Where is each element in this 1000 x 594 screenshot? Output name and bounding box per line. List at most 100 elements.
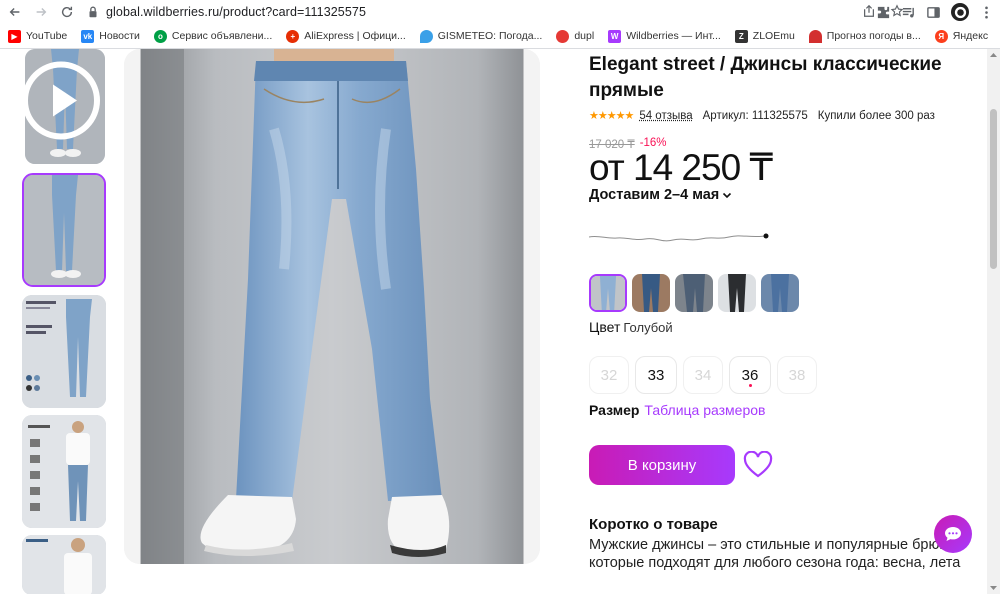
color-swatch-light-blue[interactable] — [589, 274, 627, 312]
size-label: 36 — [741, 366, 759, 384]
product-page: Elegant street / Джинсы классические пря… — [0, 49, 1000, 594]
back-button[interactable] — [2, 0, 28, 24]
thumbnail-video[interactable] — [25, 49, 105, 164]
color-key: Цвет — [589, 319, 621, 335]
reload-button[interactable] — [54, 0, 80, 24]
bookmark-label: AliExpress | Офици... — [304, 30, 406, 42]
bookmarks-bar: ▶ YouTube vk Новости o Сервис объявлени.… — [0, 24, 1000, 49]
side-panel-icon[interactable] — [926, 5, 941, 20]
gismeteo-icon — [419, 29, 433, 43]
bookmark-gismeteo[interactable]: GISMETEO: Погода... — [419, 29, 543, 43]
reviews-link[interactable]: 54 отзыва — [639, 110, 692, 122]
bookmark-youtube[interactable]: ▶ YouTube — [8, 29, 67, 43]
thumbnail-4[interactable] — [22, 415, 106, 528]
about-title: Коротко о товаре — [589, 516, 718, 533]
vk-icon: vk — [81, 29, 95, 43]
swatch-image — [591, 276, 625, 310]
delivery-text: Доставим 2–4 мая — [589, 187, 720, 203]
bookmark-label: ZLOEmu — [752, 30, 795, 42]
color-swatch-black[interactable] — [718, 274, 756, 312]
bookmark-dupl[interactable]: dupl — [556, 29, 594, 43]
bookmark-weather[interactable]: Прогноз погоды в... — [808, 29, 921, 43]
thumbnail-5[interactable] — [22, 535, 106, 594]
size-key: Размер — [589, 402, 640, 418]
bookmark-zloemu[interactable]: Z ZLOEmu — [734, 29, 795, 43]
profile-avatar[interactable] — [951, 3, 969, 21]
bookmark-aliexpress[interactable]: + AliExpress | Офици... — [286, 29, 406, 43]
price-history-graph[interactable] — [589, 225, 774, 249]
model-thumbnail-image — [22, 535, 106, 594]
add-to-cart-button[interactable]: В корзину — [589, 445, 735, 485]
scrollbar-thumb[interactable] — [990, 109, 997, 269]
yandex-icon: Я — [934, 29, 948, 43]
forward-button[interactable] — [28, 0, 54, 24]
arrow-left-icon — [9, 8, 20, 16]
size-table-link[interactable]: Таблица размеров — [644, 402, 765, 418]
bookmark-ads[interactable]: o Сервис объявлени... — [153, 29, 273, 43]
color-value: Голубой — [623, 320, 673, 335]
wildberries-icon: W — [608, 29, 622, 43]
bookmark-yandex[interactable]: Я Яндекс — [934, 29, 989, 43]
color-swatches — [589, 274, 799, 312]
color-swatch-gray-blue[interactable] — [675, 274, 713, 312]
size-label-row: Размер Таблица размеров — [589, 402, 765, 418]
current-price: от 14 250 ₸ — [589, 147, 773, 188]
size-label: 32 — [600, 366, 618, 384]
bookmark-wildberries[interactable]: W Wildberries — Инт... — [608, 29, 721, 43]
delivery-dropdown[interactable]: Доставим 2–4 мая — [589, 187, 732, 203]
scroll-up-icon[interactable] — [989, 51, 998, 60]
size-selector: 32 33 34 36 38 — [589, 356, 817, 394]
play-icon — [25, 61, 100, 140]
extensions-icon[interactable] — [876, 5, 891, 20]
youtube-icon: ▶ — [8, 29, 21, 43]
low-stock-dot — [749, 384, 752, 387]
swatch-image — [761, 274, 799, 312]
bookmark-label: Новости — [99, 30, 140, 42]
menu-dots-icon[interactable] — [979, 5, 994, 20]
lock-icon — [89, 6, 97, 18]
size-info-thumbnail-image — [22, 295, 106, 408]
chat-icon — [945, 527, 961, 541]
thumbnail-3[interactable] — [22, 295, 106, 408]
scroll-down-icon[interactable] — [989, 583, 998, 592]
bookmark-label: GISMETEO: Погода... — [437, 30, 543, 42]
size-option-34[interactable]: 34 — [683, 356, 723, 394]
bookmark-label: Сервис объявлени... — [171, 30, 273, 42]
outfit-thumbnail-image — [22, 415, 106, 528]
size-option-38[interactable]: 38 — [777, 356, 817, 394]
jeans-thumbnail-image — [24, 175, 104, 285]
zloemu-icon: Z — [734, 29, 748, 43]
aliexpress-icon: + — [286, 29, 300, 43]
jeans-product-image — [124, 49, 540, 564]
size-option-33[interactable]: 33 — [635, 356, 677, 394]
dupl-icon — [556, 29, 570, 43]
share-icon[interactable] — [862, 4, 876, 18]
thumbnail-2[interactable] — [22, 173, 106, 287]
rating-stars: ★★★★★ — [589, 110, 634, 122]
size-label: 33 — [647, 366, 665, 384]
size-label: 38 — [788, 366, 806, 384]
size-option-36[interactable]: 36 — [729, 356, 771, 394]
bookmark-label: Wildberries — Инт... — [626, 30, 721, 42]
chat-button[interactable] — [934, 515, 972, 553]
bookmark-news[interactable]: vk Новости — [81, 29, 140, 43]
bought-count: Купили более 300 раз — [817, 109, 935, 122]
ok-icon: o — [153, 29, 167, 43]
bookmark-label: Яндекс — [952, 30, 989, 42]
url-text: global.wildberries.ru/product?card=11132… — [106, 5, 367, 19]
about-text: Мужские джинсы – это стильные и популярн… — [589, 537, 961, 571]
main-product-photo[interactable] — [124, 49, 540, 564]
swatch-image — [675, 274, 713, 312]
address-bar[interactable]: global.wildberries.ru/product?card=11132… — [78, 1, 904, 23]
profile-icon — [954, 6, 966, 18]
size-option-32[interactable]: 32 — [589, 356, 629, 394]
browser-toolbar: global.wildberries.ru/product?card=11132… — [0, 0, 1000, 24]
color-swatch-dark-blue[interactable] — [632, 274, 670, 312]
color-swatch-medium-blue[interactable] — [761, 274, 799, 312]
heart-icon[interactable] — [743, 451, 773, 479]
page-scrollbar[interactable] — [987, 49, 1000, 594]
chevron-down-icon — [723, 192, 732, 199]
product-title: Elegant street / Джинсы классические пря… — [589, 54, 942, 101]
media-control-icon[interactable] — [901, 5, 916, 20]
arrow-right-icon — [36, 8, 47, 16]
